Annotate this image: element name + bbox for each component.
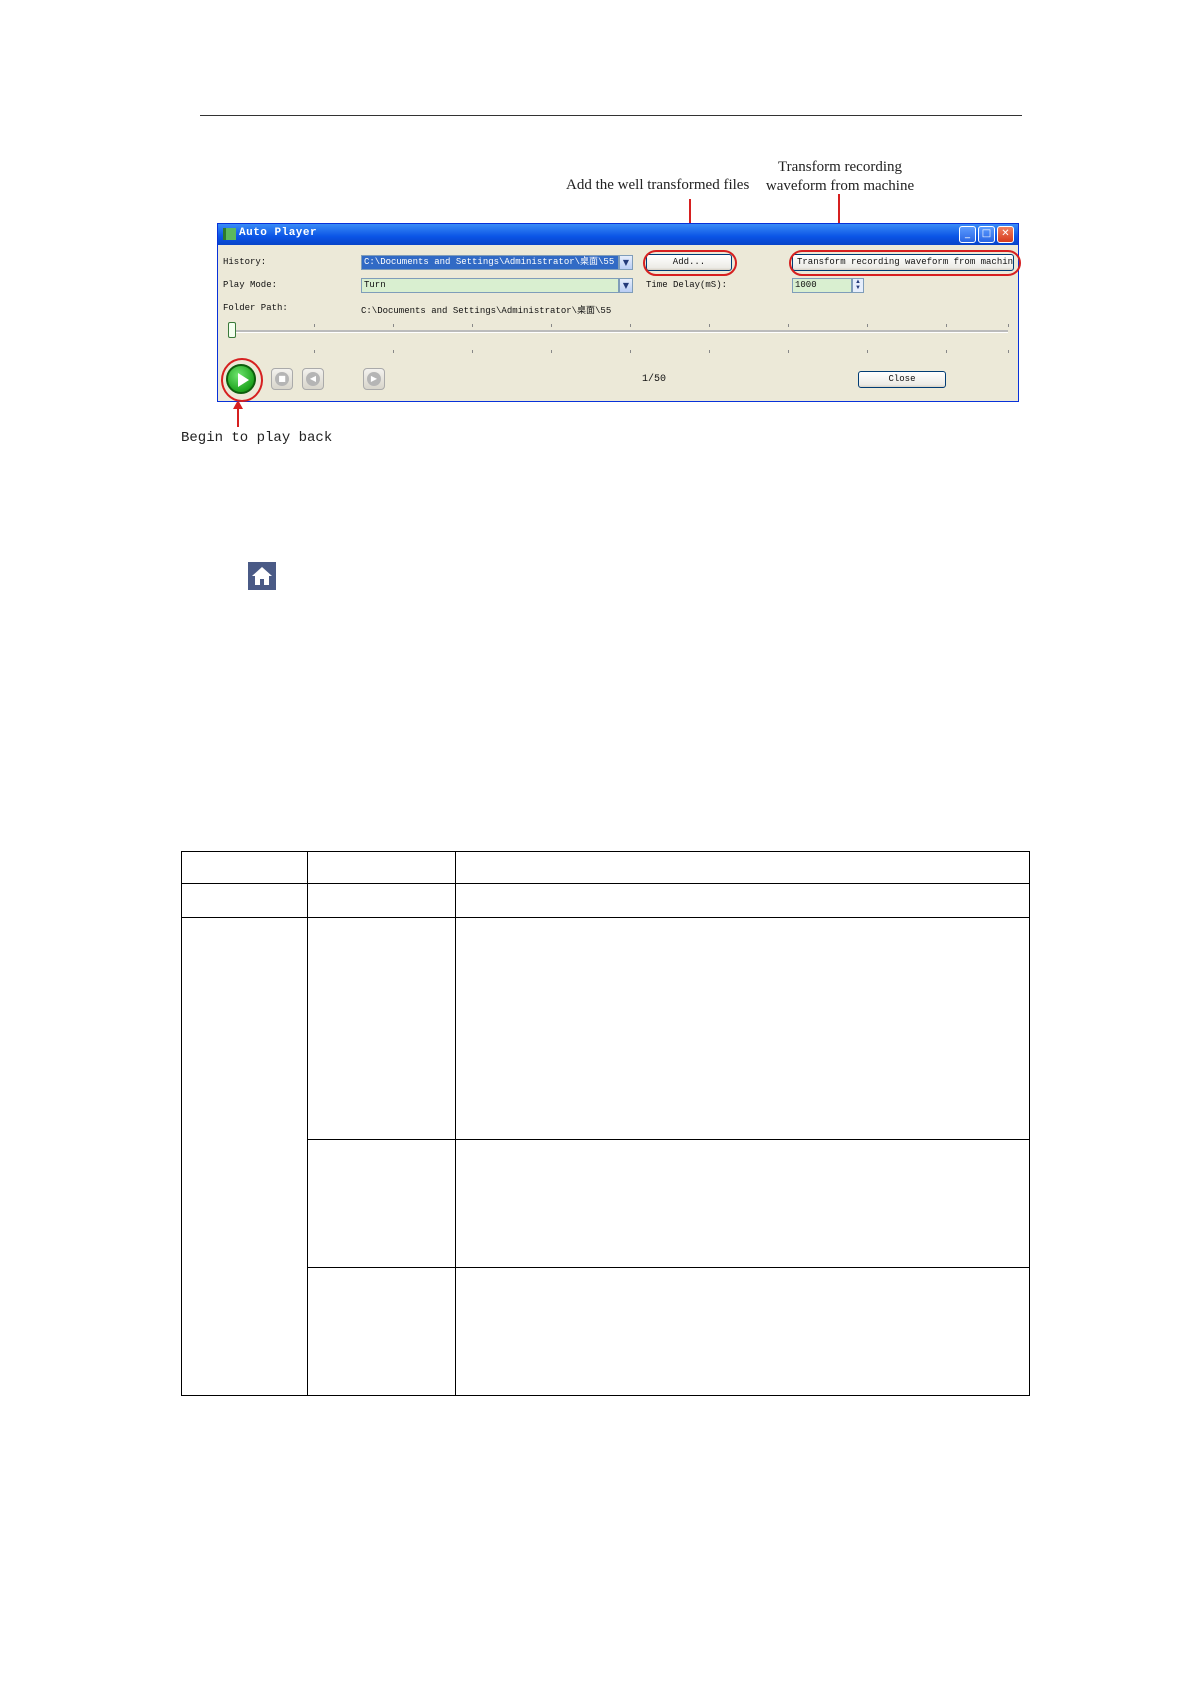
table-cell: [307, 883, 456, 918]
slider-tick: [630, 350, 631, 353]
window-title: Auto Player: [239, 227, 318, 239]
table-cell: [307, 1139, 456, 1268]
content-table: [181, 851, 1030, 1396]
slider-tick: [472, 324, 473, 327]
slider-tick: [1008, 324, 1009, 327]
file-counter: 1/50: [642, 374, 667, 385]
slider-tick: [472, 350, 473, 353]
minimize-icon[interactable]: _: [959, 226, 976, 243]
table-row: [181, 883, 1030, 918]
annotation-transform: Transform recording waveform from machin…: [765, 159, 915, 194]
next-icon: ▶: [367, 372, 381, 386]
table-row: [181, 917, 1030, 1396]
previous-icon: ◀: [306, 372, 320, 386]
slider-tick: [1008, 350, 1009, 353]
history-dropdown-icon[interactable]: ▼: [619, 255, 633, 270]
title-bar: Auto Player _ □ ✕: [218, 224, 1018, 245]
transform-highlight: [789, 250, 1021, 276]
add-highlight: [643, 250, 737, 276]
stop-icon: ■: [275, 372, 289, 386]
header-rule: [200, 115, 1022, 116]
table-cell: [455, 1139, 1030, 1268]
play-mode-select[interactable]: Turn: [361, 278, 619, 293]
time-delay-input[interactable]: 1000: [792, 278, 852, 293]
auto-player-window: Auto Player _ □ ✕ History: C:\Documents …: [217, 223, 1021, 402]
table-cell: [307, 851, 456, 884]
slider-tick: [393, 324, 394, 327]
table-cell: [455, 851, 1030, 884]
table-cell: [455, 883, 1030, 918]
next-button[interactable]: ▶: [363, 368, 385, 390]
table-cell: [181, 851, 308, 884]
maximize-icon[interactable]: □: [978, 226, 995, 243]
folder-path-value: C:\Documents and Settings\Administrator\…: [361, 306, 612, 316]
play-highlight: [221, 358, 263, 402]
time-delay-spinner-icon[interactable]: ▲ ▼: [852, 278, 864, 293]
slider-tick: [709, 350, 710, 353]
slider-track[interactable]: [228, 330, 1008, 333]
stop-button[interactable]: ■: [271, 368, 293, 390]
slider-tick: [709, 324, 710, 327]
slider-tick: [630, 324, 631, 327]
table-row: [182, 1267, 1030, 1396]
history-label: History:: [223, 257, 267, 267]
slider-tick: [393, 350, 394, 353]
close-icon[interactable]: ✕: [997, 226, 1014, 243]
slider-tick: [946, 324, 947, 327]
history-combo[interactable]: C:\Documents and Settings\Administrator\…: [361, 255, 619, 270]
table-cell: [307, 1267, 456, 1396]
slider-tick: [788, 350, 789, 353]
arrow-play-line: [237, 408, 239, 427]
play-mode-label: Play Mode:: [223, 280, 278, 290]
close-button[interactable]: Close: [858, 371, 946, 388]
slider-tick: [314, 324, 315, 327]
table-cell: [455, 917, 1030, 1140]
slider-tick: [867, 350, 868, 353]
annotation-play-back: Begin to play back: [181, 430, 333, 446]
slider-tick: [946, 350, 947, 353]
slider-tick: [867, 324, 868, 327]
folder-path-label: Folder Path:: [223, 303, 288, 313]
slider-tick: [551, 350, 552, 353]
app-icon: [223, 228, 236, 240]
table-cell: [307, 917, 456, 1140]
annotation-add-files: Add the well transformed files: [566, 177, 750, 193]
play-mode-dropdown-icon[interactable]: ▼: [619, 278, 633, 293]
previous-button[interactable]: ◀: [302, 368, 324, 390]
home-icon: [248, 562, 276, 590]
table-row: [182, 1139, 1030, 1268]
table-cell: [181, 917, 308, 1396]
time-delay-label: Time Delay(mS):: [646, 280, 728, 290]
slider-thumb[interactable]: [228, 322, 236, 338]
table-row: [181, 851, 1030, 884]
table-cell: [455, 1267, 1030, 1396]
slider-tick: [551, 324, 552, 327]
table-cell: [181, 883, 308, 918]
slider-tick: [314, 350, 315, 353]
slider-tick: [788, 324, 789, 327]
